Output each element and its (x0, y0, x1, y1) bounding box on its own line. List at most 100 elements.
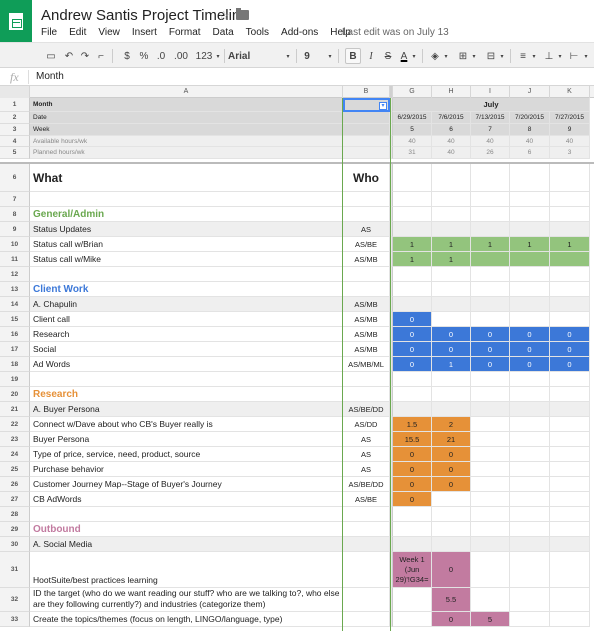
date-cell[interactable]: 7/20/2015 (510, 112, 550, 124)
hours-cell[interactable] (393, 387, 432, 402)
hours-cell[interactable] (550, 492, 590, 507)
hours-cell[interactable] (432, 537, 471, 552)
row-header[interactable]: 4 (0, 136, 30, 147)
task-cell[interactable]: ID the target (who do we want reading ou… (30, 588, 343, 612)
hours-cell[interactable] (550, 432, 590, 447)
hours-cell[interactable] (432, 507, 471, 522)
task-cell[interactable]: Type of price, service, need, product, s… (30, 447, 343, 462)
hours-cell[interactable] (550, 207, 590, 222)
hours-cell[interactable]: 0 (393, 357, 432, 372)
hours-cell[interactable] (393, 522, 432, 537)
row-header[interactable]: 20 (0, 387, 30, 402)
text-color-button[interactable]: A (398, 48, 410, 64)
row-header[interactable]: 6 (0, 164, 30, 192)
row-header[interactable]: 13 (0, 282, 30, 297)
row-header[interactable]: 33 (0, 612, 30, 627)
row-header[interactable]: 27 (0, 492, 30, 507)
who-cell[interactable]: AS/MB (343, 252, 390, 267)
hours-cell[interactable] (471, 552, 510, 588)
increase-decimal-button[interactable]: .00 (172, 48, 190, 64)
hours-cell[interactable] (393, 402, 432, 417)
who-cell[interactable] (343, 537, 390, 552)
menu-addons[interactable]: Add-ons (281, 27, 318, 38)
row-header[interactable]: 15 (0, 312, 30, 327)
row-header[interactable]: 1 (0, 98, 30, 112)
hours-cell[interactable] (393, 588, 432, 612)
hours-cell[interactable] (471, 387, 510, 402)
merge-cells-icon[interactable]: ⊟ (484, 48, 498, 64)
hours-cell[interactable] (510, 462, 550, 477)
hours-cell[interactable] (471, 402, 510, 417)
font-family-select[interactable]: Arial (228, 48, 278, 64)
last-edit-link[interactable]: Last edit was on July 13 (342, 27, 449, 38)
folder-icon[interactable] (236, 8, 249, 20)
hours-cell[interactable]: 0 (432, 612, 471, 627)
paint-format-icon[interactable]: ⌐ (94, 48, 108, 64)
hours-cell[interactable] (432, 522, 471, 537)
chevron-down-icon[interactable]: ▾ (214, 48, 222, 64)
align-left-icon[interactable]: ≡ (516, 48, 530, 64)
menu-file[interactable]: File (41, 27, 57, 38)
hours-cell[interactable] (510, 267, 550, 282)
hours-cell[interactable] (432, 222, 471, 237)
column-header-k[interactable]: K (550, 86, 590, 98)
hours-cell[interactable] (393, 612, 432, 627)
hours-cell[interactable] (510, 387, 550, 402)
hours-cell[interactable]: 5 (471, 612, 510, 627)
hours-cell[interactable] (432, 402, 471, 417)
hours-cell[interactable]: 0 (393, 447, 432, 462)
available-hours-cell[interactable]: 40 (393, 136, 432, 147)
hours-cell[interactable] (471, 477, 510, 492)
task-cell[interactable]: Client call (30, 312, 343, 327)
hours-cell[interactable]: 0 (432, 477, 471, 492)
row-header[interactable]: 9 (0, 222, 30, 237)
hours-cell[interactable] (432, 267, 471, 282)
task-cell[interactable]: A. Buyer Persona (30, 402, 343, 417)
vertical-align-icon[interactable]: ⊥ (542, 48, 556, 64)
date-cell[interactable]: 7/13/2015 (471, 112, 510, 124)
redo-icon[interactable]: ↷ (78, 48, 92, 64)
hours-cell[interactable]: 0 (393, 462, 432, 477)
who-cell[interactable] (343, 372, 390, 387)
month-july-header[interactable]: July (393, 98, 590, 112)
task-cell[interactable]: Customer Journey Map--Stage of Buyer's J… (30, 477, 343, 492)
hours-cell[interactable]: 0 (393, 477, 432, 492)
font-size-select[interactable]: 9 (300, 48, 314, 64)
hours-cell[interactable]: 1 (432, 357, 471, 372)
task-cell[interactable] (30, 507, 343, 522)
task-cell[interactable] (30, 192, 343, 207)
task-cell[interactable]: Status call w/Mike (30, 252, 343, 267)
column-header-j[interactable]: J (510, 86, 550, 98)
row-header[interactable]: 14 (0, 297, 30, 312)
hours-cell[interactable]: 1 (550, 237, 590, 252)
who-cell[interactable] (343, 522, 390, 537)
hours-cell[interactable] (432, 207, 471, 222)
chevron-down-icon[interactable]: ▾ (284, 48, 292, 64)
task-cell[interactable]: General/Admin (30, 207, 343, 222)
hours-cell[interactable] (550, 267, 590, 282)
planned-hours-cell[interactable]: 40 (432, 147, 471, 159)
hours-cell[interactable]: 0 (393, 492, 432, 507)
hours-cell[interactable] (393, 222, 432, 237)
hours-cell[interactable] (550, 282, 590, 297)
week-cell[interactable]: 8 (510, 124, 550, 136)
selected-cell[interactable]: ▾ (343, 98, 390, 112)
task-cell[interactable]: A. Chapulin (30, 297, 343, 312)
task-cell[interactable]: Client Work (30, 282, 343, 297)
chevron-down-icon[interactable]: ▾ (410, 48, 418, 64)
who-cell[interactable] (343, 588, 390, 612)
planned-hours-cell[interactable]: 6 (510, 147, 550, 159)
hours-cell[interactable] (550, 372, 590, 387)
task-cell[interactable]: A. Social Media (30, 537, 343, 552)
hours-cell[interactable] (510, 447, 550, 462)
hours-cell[interactable] (550, 402, 590, 417)
hours-cell[interactable]: 1 (510, 237, 550, 252)
hours-cell[interactable] (510, 192, 550, 207)
hours-cell[interactable] (550, 477, 590, 492)
hours-cell[interactable]: 0 (393, 327, 432, 342)
task-cell[interactable]: Ad Words (30, 357, 343, 372)
who-cell[interactable]: AS/BE (343, 492, 390, 507)
select-all-corner[interactable] (0, 86, 30, 98)
hours-cell[interactable] (471, 192, 510, 207)
formula-input[interactable]: Month (36, 71, 64, 82)
